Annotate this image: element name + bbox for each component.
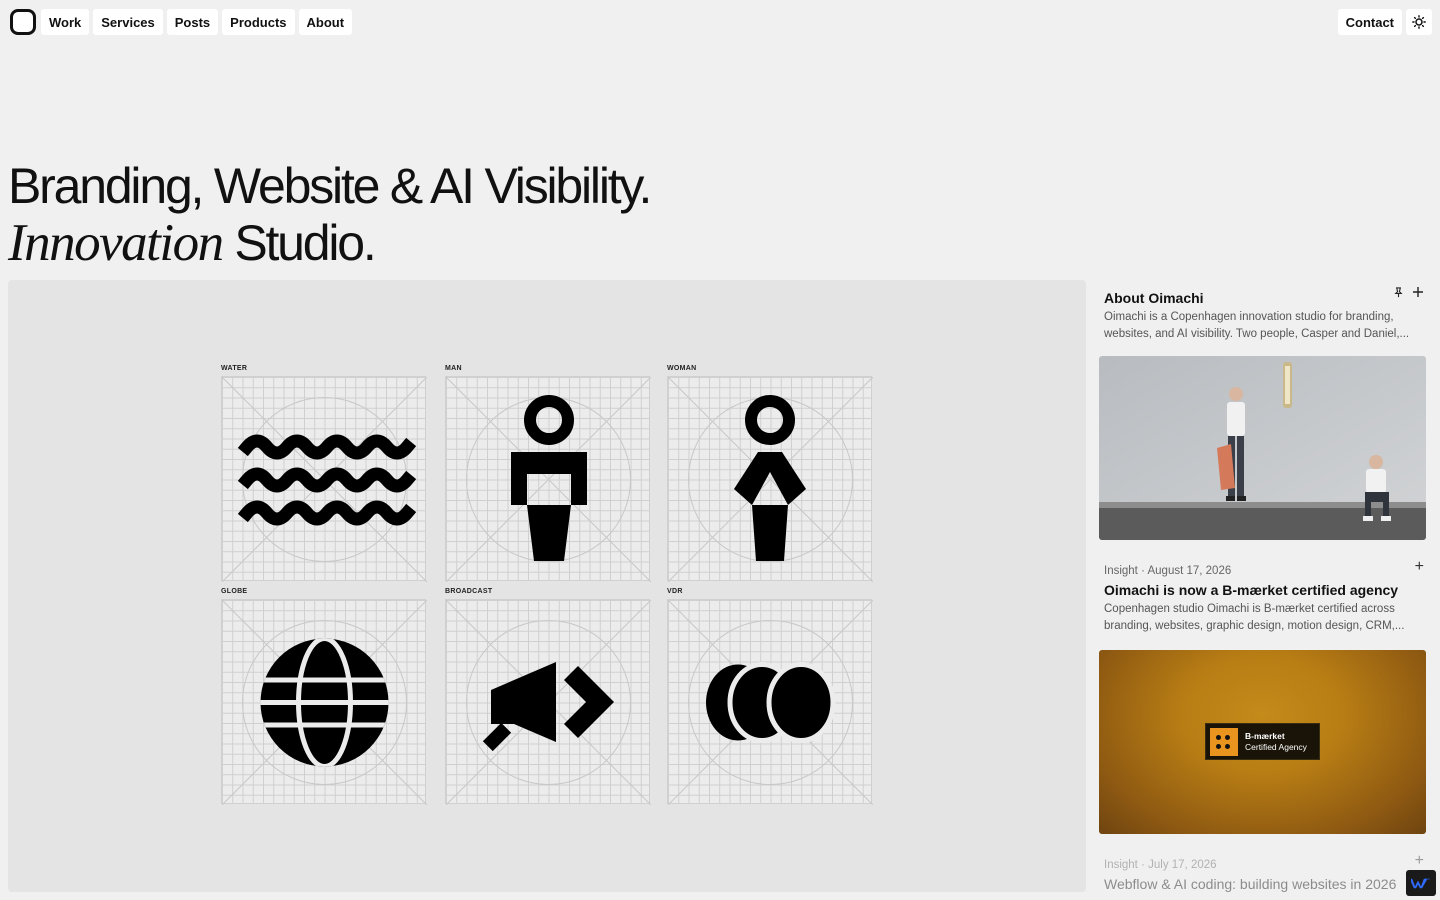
- post-date: August 17, 2026: [1147, 565, 1232, 577]
- icon-tile-broadcast: BROADCAST: [445, 587, 651, 805]
- woman-figure-icon: [734, 395, 806, 561]
- nav-services[interactable]: Services: [93, 9, 163, 35]
- icon-tile-man: MAN: [445, 364, 651, 582]
- icon-label: MAN: [445, 365, 462, 372]
- icon-label: VDR: [667, 588, 683, 595]
- post-category: Insight: [1104, 565, 1138, 577]
- team-photo-image: [1099, 356, 1426, 540]
- hero-heading: Branding, Website & AI Visibility. Innov…: [8, 158, 652, 272]
- badge-line-2: Certified Agency: [1245, 741, 1307, 752]
- contact-button[interactable]: Contact: [1337, 9, 1402, 35]
- hero-italic-word: Innovation: [8, 214, 224, 272]
- nav-about[interactable]: About: [298, 9, 353, 35]
- plus-icon[interactable]: [1412, 286, 1424, 298]
- badge-line-1: B-mærket: [1245, 730, 1285, 741]
- globe-icon: [260, 638, 389, 767]
- icon-grid: [221, 599, 427, 805]
- logo-icon[interactable]: [10, 9, 36, 35]
- b-maerket-badge: B-mærket Certified Agency: [1205, 723, 1320, 760]
- post-meta: Insight · August 17, 2026: [1104, 565, 1232, 577]
- icon-showcase-panel: WATER MAN WOMAN GLOBE BROADCAST VDR: [8, 280, 1086, 892]
- theme-toggle-button[interactable]: [1406, 9, 1432, 35]
- nav-posts[interactable]: Posts: [166, 9, 219, 35]
- top-nav: Work Services Posts Products About Conta…: [10, 8, 1432, 36]
- hero-line-2-rest: Studio.: [222, 215, 376, 271]
- icon-label: BROADCAST: [445, 588, 493, 595]
- man-figure-icon: [511, 395, 587, 561]
- broadcast-megaphone-icon: [482, 662, 614, 752]
- icon-tile-water: WATER: [221, 364, 427, 582]
- nav-right-group: Contact: [1337, 9, 1432, 35]
- team-photo[interactable]: [1099, 356, 1426, 540]
- post-date: July 17, 2026: [1148, 859, 1217, 871]
- expand-plus-icon[interactable]: +: [1415, 559, 1424, 575]
- hero-line-2: Innovation Studio.: [8, 215, 650, 272]
- nav-work[interactable]: Work: [41, 9, 90, 35]
- about-title: About Oimachi: [1104, 290, 1204, 306]
- webflow-badge[interactable]: [1406, 870, 1436, 896]
- icon-grid: [667, 599, 873, 805]
- icon-grid: [445, 599, 651, 805]
- pin-icon[interactable]: [1393, 286, 1404, 298]
- badge-text: B-mærket Certified Agency: [1245, 731, 1307, 753]
- post-title[interactable]: Webflow & AI coding: building websites i…: [1104, 876, 1422, 892]
- icon-tile-vdr: VDR: [667, 587, 873, 805]
- water-waves-icon: [237, 434, 417, 526]
- vdr-cylinders-icon: [706, 662, 836, 743]
- post-title[interactable]: Oimachi is now a B-mærket certified agen…: [1104, 582, 1422, 598]
- nav-products[interactable]: Products: [222, 9, 295, 35]
- post-item[interactable]: Insight · August 17, 2026 Oimachi is now…: [1104, 565, 1422, 635]
- webflow-logo-icon: [1411, 878, 1430, 889]
- post-item[interactable]: Insight · July 17, 2026 Webflow & AI cod…: [1104, 859, 1422, 892]
- about-description: Oimachi is a Copenhagen innovation studi…: [1104, 311, 1410, 340]
- b-maerket-logo-icon: [1210, 727, 1238, 756]
- icon-grid: [221, 376, 427, 582]
- icon-label: WATER: [221, 365, 248, 372]
- icon-tile-woman: WOMAN: [667, 364, 873, 582]
- icon-grid: [667, 376, 873, 582]
- about-tools: [1393, 286, 1424, 298]
- post-category: Insight: [1104, 859, 1138, 871]
- post-meta: Insight · July 17, 2026: [1104, 859, 1217, 871]
- expand-plus-icon[interactable]: +: [1415, 853, 1424, 869]
- post-excerpt: Copenhagen studio Oimachi is B-mærket ce…: [1104, 603, 1405, 632]
- icon-tile-globe: GLOBE: [221, 587, 427, 805]
- icon-label: GLOBE: [221, 588, 248, 595]
- icon-grid: [445, 376, 651, 582]
- sun-icon: [1412, 15, 1426, 29]
- b-maerket-card[interactable]: B-mærket Certified Agency: [1099, 650, 1426, 834]
- hero-line-1: Branding, Website & AI Visibility.: [8, 158, 652, 214]
- icon-label: WOMAN: [667, 365, 697, 372]
